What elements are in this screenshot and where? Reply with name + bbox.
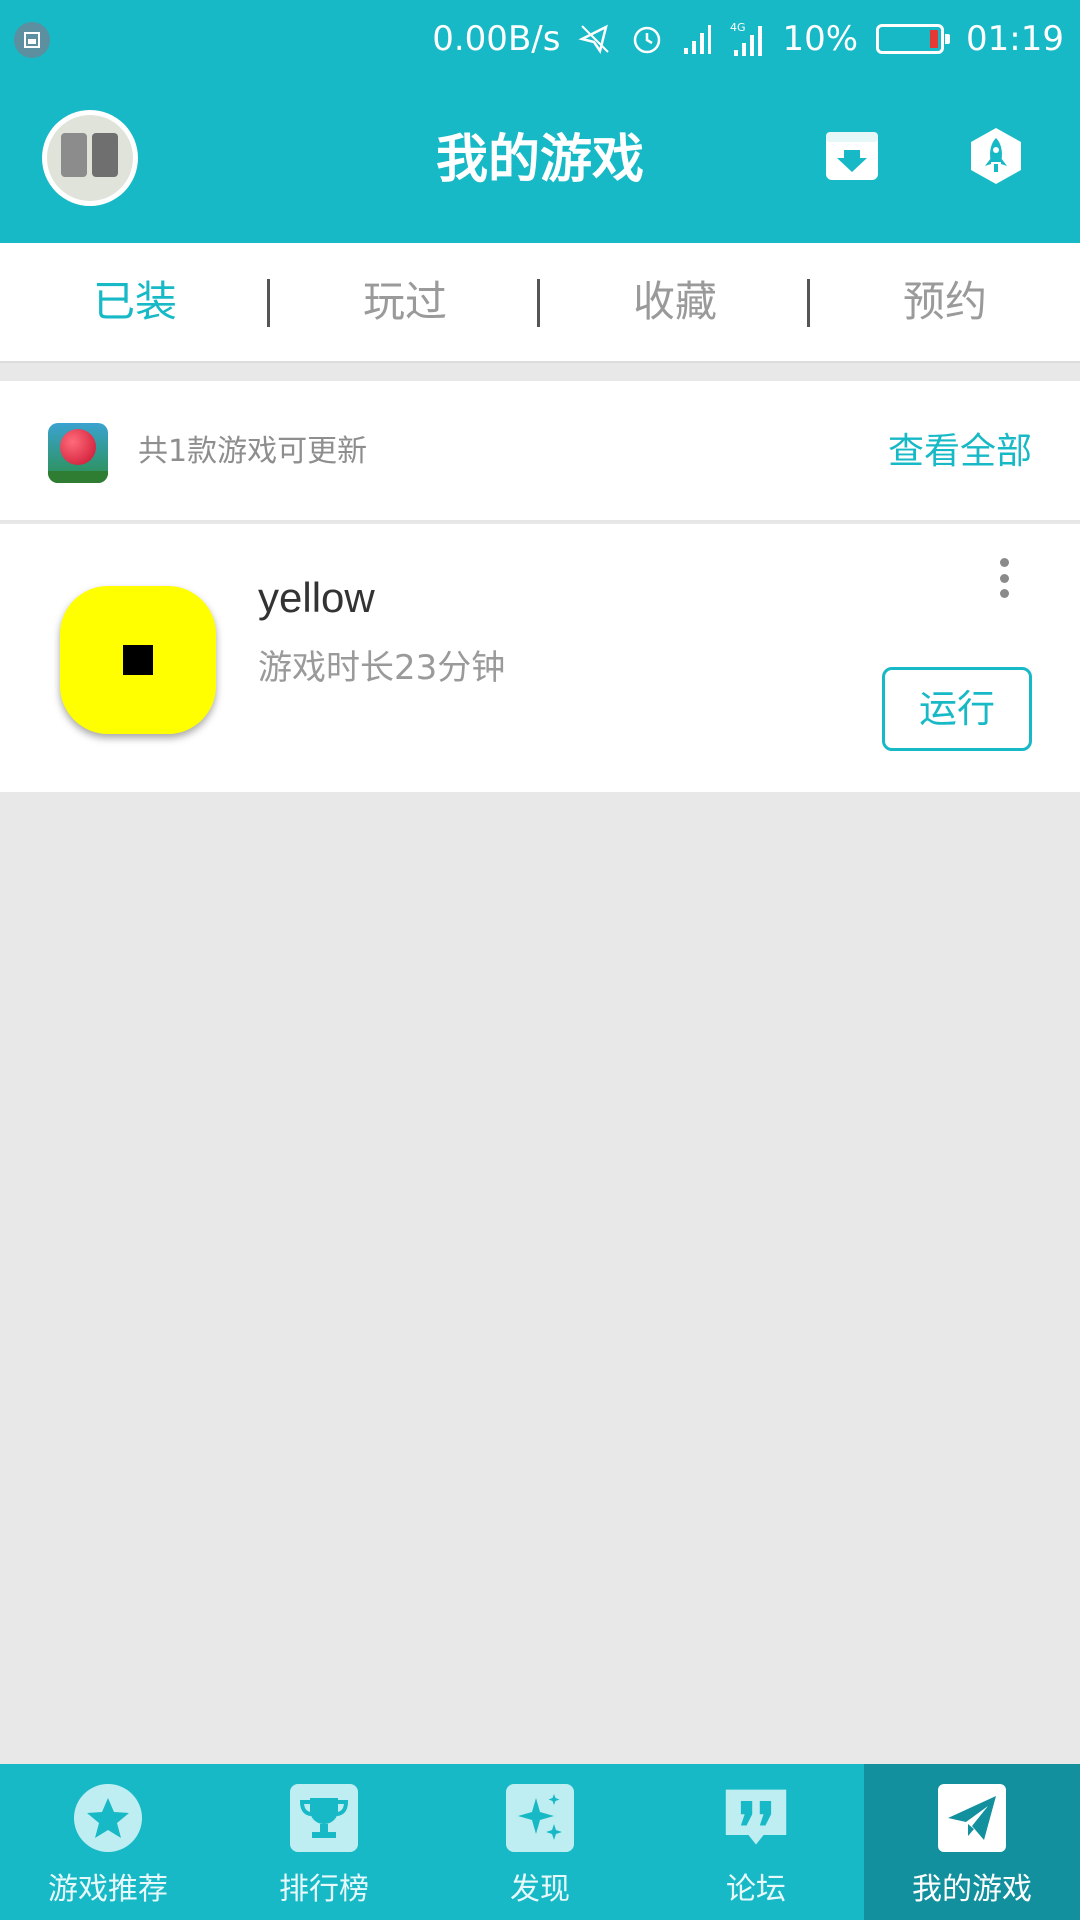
download-box-icon: [824, 130, 880, 186]
net-speed: 0.00B/s: [432, 19, 561, 59]
game-icon: [60, 586, 216, 734]
nav-label: 排行榜: [279, 1872, 369, 1907]
tab-reserved[interactable]: 预约: [810, 242, 1080, 362]
tab-divider: [267, 279, 270, 327]
clock: 01:19: [966, 19, 1064, 59]
bottom-nav: 游戏推荐 排行榜 发现 论坛 我的游戏: [0, 1764, 1080, 1920]
more-options-icon[interactable]: [992, 554, 1016, 602]
update-count-text: 共1款游戏可更新: [138, 434, 368, 469]
sparkle-icon: [506, 1784, 574, 1852]
signal-4g-icon: 4G: [730, 20, 764, 58]
view-all-link[interactable]: 查看全部: [888, 381, 1032, 522]
nav-item-my-games[interactable]: 我的游戏: [864, 1764, 1080, 1920]
speedup-button[interactable]: [966, 128, 1026, 188]
nav-label: 游戏推荐: [48, 1872, 168, 1907]
alarm-icon: [630, 22, 664, 56]
star-icon: [74, 1784, 142, 1852]
page-title: 我的游戏: [435, 130, 644, 190]
paper-plane-icon: [938, 1784, 1006, 1852]
status-bar: 0.00B/s 4G 10% 01:19: [0, 0, 1080, 78]
app-header: 我的游戏: [0, 78, 1080, 243]
nav-item-ranking[interactable]: 排行榜: [216, 1764, 432, 1920]
nav-label: 论坛: [726, 1872, 786, 1907]
update-game-icon: [48, 423, 108, 483]
game-name: yellow: [258, 574, 375, 621]
nav-label: 发现: [510, 1872, 570, 1907]
run-button[interactable]: 运行: [882, 667, 1032, 751]
screenshot-icon: [14, 22, 50, 58]
signal-icon: [682, 22, 712, 56]
download-manager-button[interactable]: [822, 128, 882, 188]
rocket-icon: [969, 126, 1023, 190]
nav-item-discover[interactable]: 发现: [432, 1764, 648, 1920]
tab-favorites[interactable]: 收藏: [540, 242, 810, 362]
tab-installed[interactable]: 已装: [0, 242, 270, 362]
quote-icon: [722, 1784, 790, 1852]
nav-item-forum[interactable]: 论坛: [648, 1764, 864, 1920]
game-list-item[interactable]: yellow 游戏时长23分钟 运行: [0, 524, 1080, 792]
battery-icon: [876, 24, 951, 54]
category-tabs: 已装 玩过 收藏 预约: [0, 243, 1080, 363]
silent-icon: [578, 22, 612, 56]
trophy-icon: [290, 1784, 358, 1852]
tab-played[interactable]: 玩过: [270, 242, 540, 362]
tab-divider: [807, 279, 810, 327]
network-type: 4G: [730, 21, 746, 34]
tab-divider: [537, 279, 540, 327]
nav-item-recommend[interactable]: 游戏推荐: [0, 1764, 216, 1920]
update-banner[interactable]: 共1款游戏可更新 查看全部: [0, 381, 1080, 522]
game-playtime: 游戏时长23分钟: [258, 648, 506, 688]
battery-percent: 10%: [782, 19, 859, 59]
nav-label: 我的游戏: [912, 1872, 1032, 1907]
avatar[interactable]: [42, 110, 138, 206]
